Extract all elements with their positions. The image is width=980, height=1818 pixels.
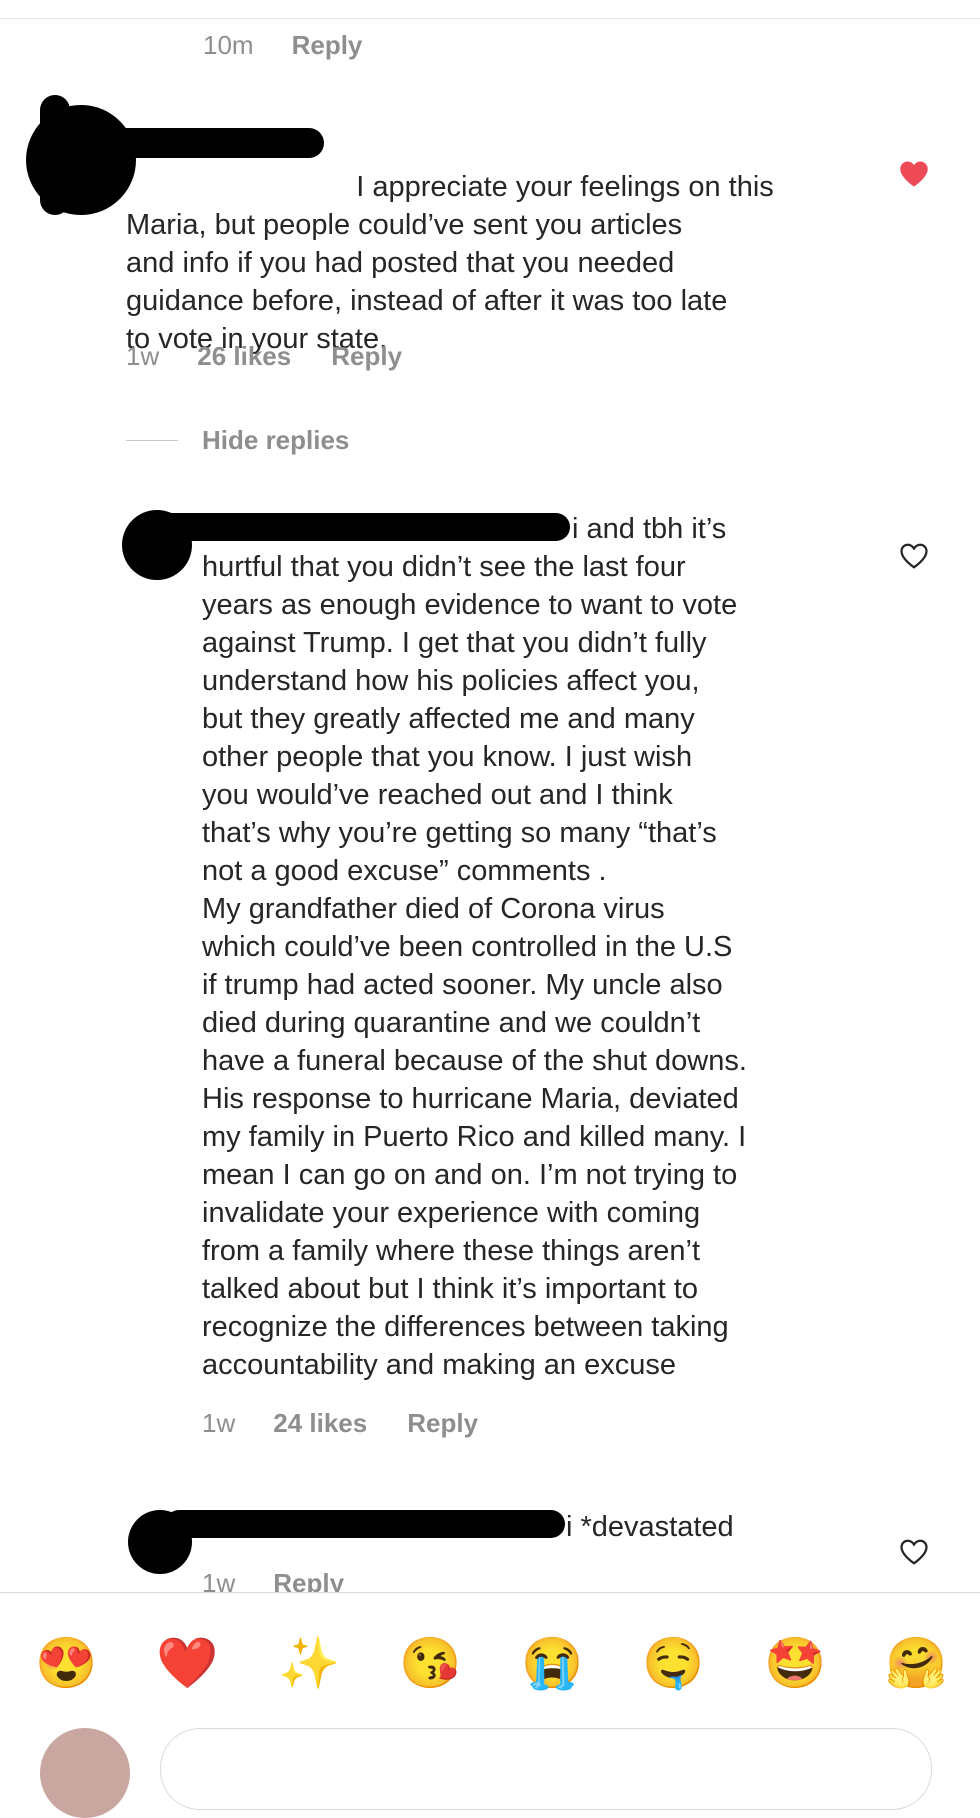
heart-filled-icon[interactable] [899, 160, 929, 188]
likes-count[interactable]: 24 likes [273, 1408, 367, 1439]
drooling-face-emoji[interactable]: 🤤 [642, 1633, 704, 1693]
kissing-face-emoji[interactable]: 😘 [399, 1633, 461, 1693]
previous-comment-meta: 10m Reply [203, 30, 362, 61]
heart-outline-icon[interactable] [899, 1538, 929, 1566]
divider-line [126, 440, 178, 441]
heart-outline-icon[interactable] [899, 542, 929, 570]
comment-time: 10m [203, 30, 254, 60]
top-divider [0, 18, 980, 19]
comment-time: 1w [126, 341, 160, 371]
heart-eyes-emoji[interactable]: 😍 [35, 1633, 97, 1693]
comment-time: 1w [202, 1408, 236, 1438]
crying-face-emoji[interactable]: 😭 [521, 1633, 583, 1693]
star-struck-emoji[interactable]: 🤩 [764, 1633, 826, 1693]
red-heart-emoji[interactable]: ❤️ [156, 1633, 218, 1693]
comment-input[interactable] [160, 1728, 932, 1810]
comment-first-line: i and tbh it’s [572, 513, 727, 545]
reply-button[interactable]: Reply [292, 30, 363, 61]
reply-button[interactable]: Reply [407, 1408, 478, 1439]
hide-replies-label: Hide replies [202, 425, 350, 455]
comment-first-line: i *devastated [566, 1511, 734, 1543]
comment-meta: 1w 26 likes Reply [126, 341, 402, 372]
sparkles-emoji[interactable]: ✨ [278, 1633, 340, 1693]
likes-count[interactable]: 26 likes [197, 341, 291, 372]
username-redacted [155, 513, 570, 541]
hugging-face-emoji[interactable]: 🤗 [885, 1633, 947, 1693]
reply-button[interactable]: Reply [331, 341, 402, 372]
comment-text: hurtful that you didn’t see the last fou… [202, 551, 747, 1381]
emoji-reaction-bar: 😍 ❤️ ✨ 😘 😭 🤤 🤩 🤗 [0, 1592, 980, 1743]
username-redacted [165, 1510, 565, 1538]
comment-meta: 1w 24 likes Reply [202, 1408, 478, 1439]
hide-replies-toggle[interactable]: Hide replies [126, 425, 349, 456]
